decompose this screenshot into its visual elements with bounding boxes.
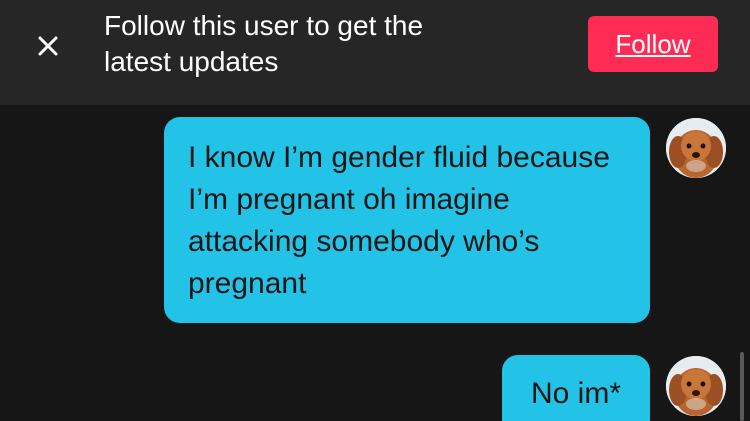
follow-banner: Follow this user to get the latest updat… [0,0,750,105]
close-icon [38,36,58,56]
follow-button[interactable]: Follow [588,16,718,72]
chat-screen: Follow this user to get the latest updat… [0,0,750,421]
dog-avatar-icon[interactable] [666,118,726,178]
dog-avatar-icon[interactable] [666,356,726,416]
banner-message: Follow this user to get the latest updat… [104,10,424,77]
message-bubble: No im* [502,355,650,421]
close-button[interactable] [30,28,66,64]
message-bubble: I know I’m gender fluid because I’m preg… [164,117,650,323]
scrollbar[interactable] [740,352,744,421]
